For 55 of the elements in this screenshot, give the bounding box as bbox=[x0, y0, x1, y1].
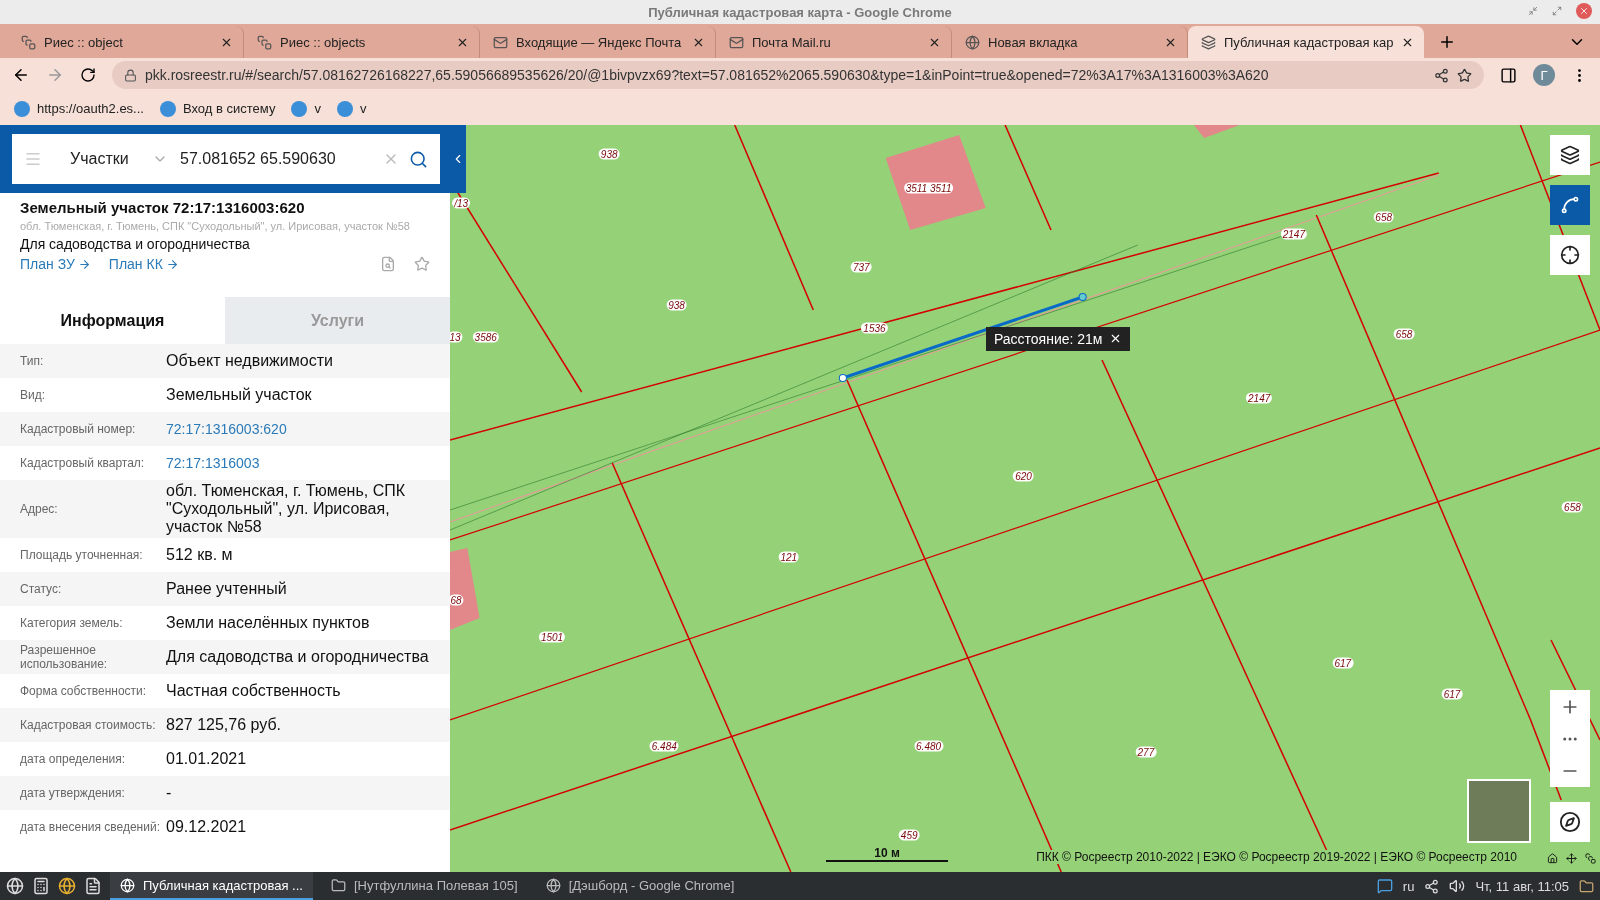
parcel-number: 658 bbox=[1562, 501, 1583, 513]
parcel-number: 3586 bbox=[472, 331, 499, 343]
property-label: Вид: bbox=[20, 388, 47, 402]
property-label: Кадастровый квартал: bbox=[20, 456, 146, 470]
property-value: обл. Тюменская, г. Тюмень, СПК "Суходольный", ул. Ирисовая, участок №58 bbox=[166, 482, 406, 536]
distance-text: Расстояние: 21м bbox=[993, 330, 1103, 347]
parcel-title: Земельный участок 72:17:1316003:620 bbox=[20, 199, 306, 216]
property-label: Статус: bbox=[20, 582, 63, 596]
parcel-number: 658 bbox=[1373, 211, 1394, 223]
parcel-number: 121 bbox=[778, 551, 800, 563]
property-label: Разрешенное использование: bbox=[20, 643, 109, 671]
property-value: Земли населённых пунктов bbox=[166, 614, 371, 632]
property-label: Форма собственности: bbox=[20, 684, 148, 698]
scale-bar: 10 м bbox=[826, 846, 948, 862]
parcel-number: 938 bbox=[666, 299, 687, 311]
parcel-address: обл. Тюменская, г. Тюмень, СПК "Суходольный", ул. Ирисовая, участок №58 bbox=[20, 220, 411, 232]
property-value: 512 кв. м bbox=[166, 546, 234, 564]
property-value: - bbox=[166, 784, 173, 802]
parcel-purpose: Для садоводства и огородничества bbox=[20, 236, 251, 252]
property-value: Для садоводства и огородничества bbox=[166, 648, 430, 666]
parcel-number: 277 bbox=[1135, 746, 1157, 758]
parcel-number: 2147 bbox=[1246, 392, 1273, 404]
parcel-number: 617 bbox=[1332, 657, 1354, 669]
parcel-number: 459 bbox=[898, 829, 920, 841]
parcel-number: /13 bbox=[452, 197, 471, 209]
parcel-number: 6.480 bbox=[914, 740, 944, 752]
parcel-number: 68 bbox=[450, 594, 464, 606]
property-label: Кадастровая стоимость: bbox=[20, 718, 157, 732]
property-value: 09.12.2021 bbox=[166, 818, 248, 836]
property-value: Объект недвижимости bbox=[166, 352, 334, 370]
property-value: Ранее учтенный bbox=[166, 580, 288, 598]
parcel-number: 1536 bbox=[861, 322, 888, 334]
property-label: дата утверждения: bbox=[20, 786, 126, 800]
parcel-number: 13 bbox=[450, 331, 463, 343]
parcel-number: 2147 bbox=[1280, 228, 1307, 240]
parcel-number: 1501 bbox=[538, 631, 566, 643]
property-label: Адрес: bbox=[20, 502, 59, 516]
parcel-number: 938 bbox=[598, 148, 620, 160]
parcel-number: 737 bbox=[850, 261, 872, 273]
parcel-number: 617 bbox=[1441, 688, 1463, 700]
property-label: Категория земель: bbox=[20, 616, 124, 630]
parcel-number: 6.484 bbox=[649, 740, 679, 752]
window-title: Публичная кадастровая карта - Google Chrome bbox=[648, 4, 952, 20]
property-value: Земельный участок bbox=[166, 386, 313, 404]
property-value: 01.01.2021 bbox=[166, 750, 248, 768]
parcel-number: 3511 3511 bbox=[903, 182, 954, 194]
parcel-number: 658 bbox=[1393, 328, 1415, 340]
property-value: Частная собственность bbox=[166, 682, 342, 700]
property-label: Кадастровый номер: bbox=[20, 422, 137, 436]
property-value: 827 125,76 руб. bbox=[166, 716, 283, 734]
property-label: дата внесения сведений: bbox=[20, 820, 161, 834]
property-label: Тип: bbox=[20, 354, 45, 368]
parcel-number: 620 bbox=[1013, 470, 1034, 482]
property-label: Площадь уточненная: bbox=[20, 548, 144, 562]
property-label: дата определения: bbox=[20, 752, 127, 766]
